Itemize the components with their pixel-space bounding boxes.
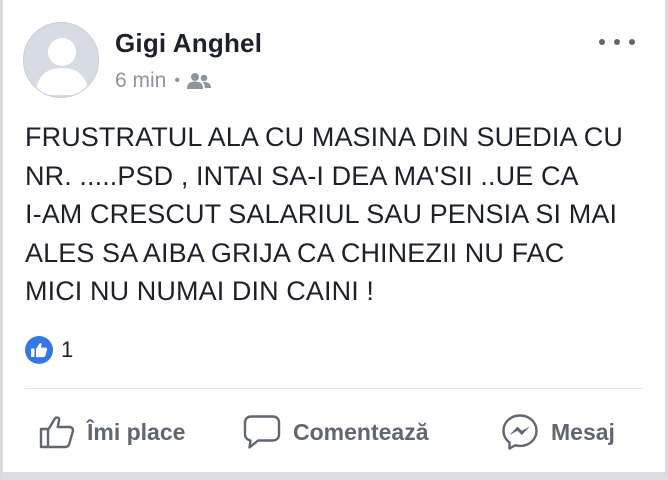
default-profile-icon [36, 38, 88, 95]
comment-bubble-icon [243, 415, 281, 449]
like-button-label: Îmi place [87, 418, 186, 445]
post-timestamp[interactable]: 6 min [115, 69, 166, 93]
comment-button[interactable]: Comentează [243, 404, 428, 460]
post-text-line: MICI NU NUMAI DIN CAINI ! [25, 276, 375, 306]
post-meta: 6 min • [115, 68, 212, 94]
message-button-label: Mesaj [551, 418, 615, 445]
post-text-line: FRUSTRATUL ALA CU MASINA DIN SUEDIA CU [25, 122, 623, 152]
post-text: FRUSTRATUL ALA CU MASINA DIN SUEDIA CU N… [25, 118, 645, 311]
post-card: Gigi Anghel 6 min • FRUSTRATUL ALA CU MA… [0, 0, 668, 480]
avatar[interactable] [23, 22, 99, 98]
post-text-line: NR. .....PSD , INTAI SA-I DEA MA'SII ..U… [25, 160, 579, 191]
post-header: Gigi Anghel 6 min • [23, 22, 653, 102]
like-reaction-icon [25, 336, 53, 364]
message-button[interactable]: Mesaj [501, 404, 615, 460]
more-options-button[interactable] [599, 30, 635, 54]
post-action-bar: Îmi place Comentează Mesaj [3, 404, 665, 460]
friends-icon[interactable] [186, 72, 212, 90]
comment-button-label: Comentează [293, 418, 429, 445]
reactions-summary[interactable]: 1 [25, 336, 73, 364]
messenger-icon [502, 414, 538, 450]
reaction-count: 1 [61, 337, 74, 362]
post-text-line: I-AM CRESCUT SALARIUL SAU PENSIA SI MAI [25, 199, 618, 229]
more-dot-icon [629, 39, 635, 45]
post-text-line: ALES SA AIBA GRIJA CA CHINEZII NU FAC [25, 237, 565, 268]
meta-separator: • [174, 72, 180, 89]
like-button[interactable]: Îmi place [39, 404, 185, 460]
more-dot-icon [599, 39, 605, 45]
more-dot-icon [614, 39, 620, 45]
author-name[interactable]: Gigi Anghel [115, 28, 262, 59]
actions-divider [25, 388, 643, 389]
thumbs-up-icon [39, 416, 75, 449]
